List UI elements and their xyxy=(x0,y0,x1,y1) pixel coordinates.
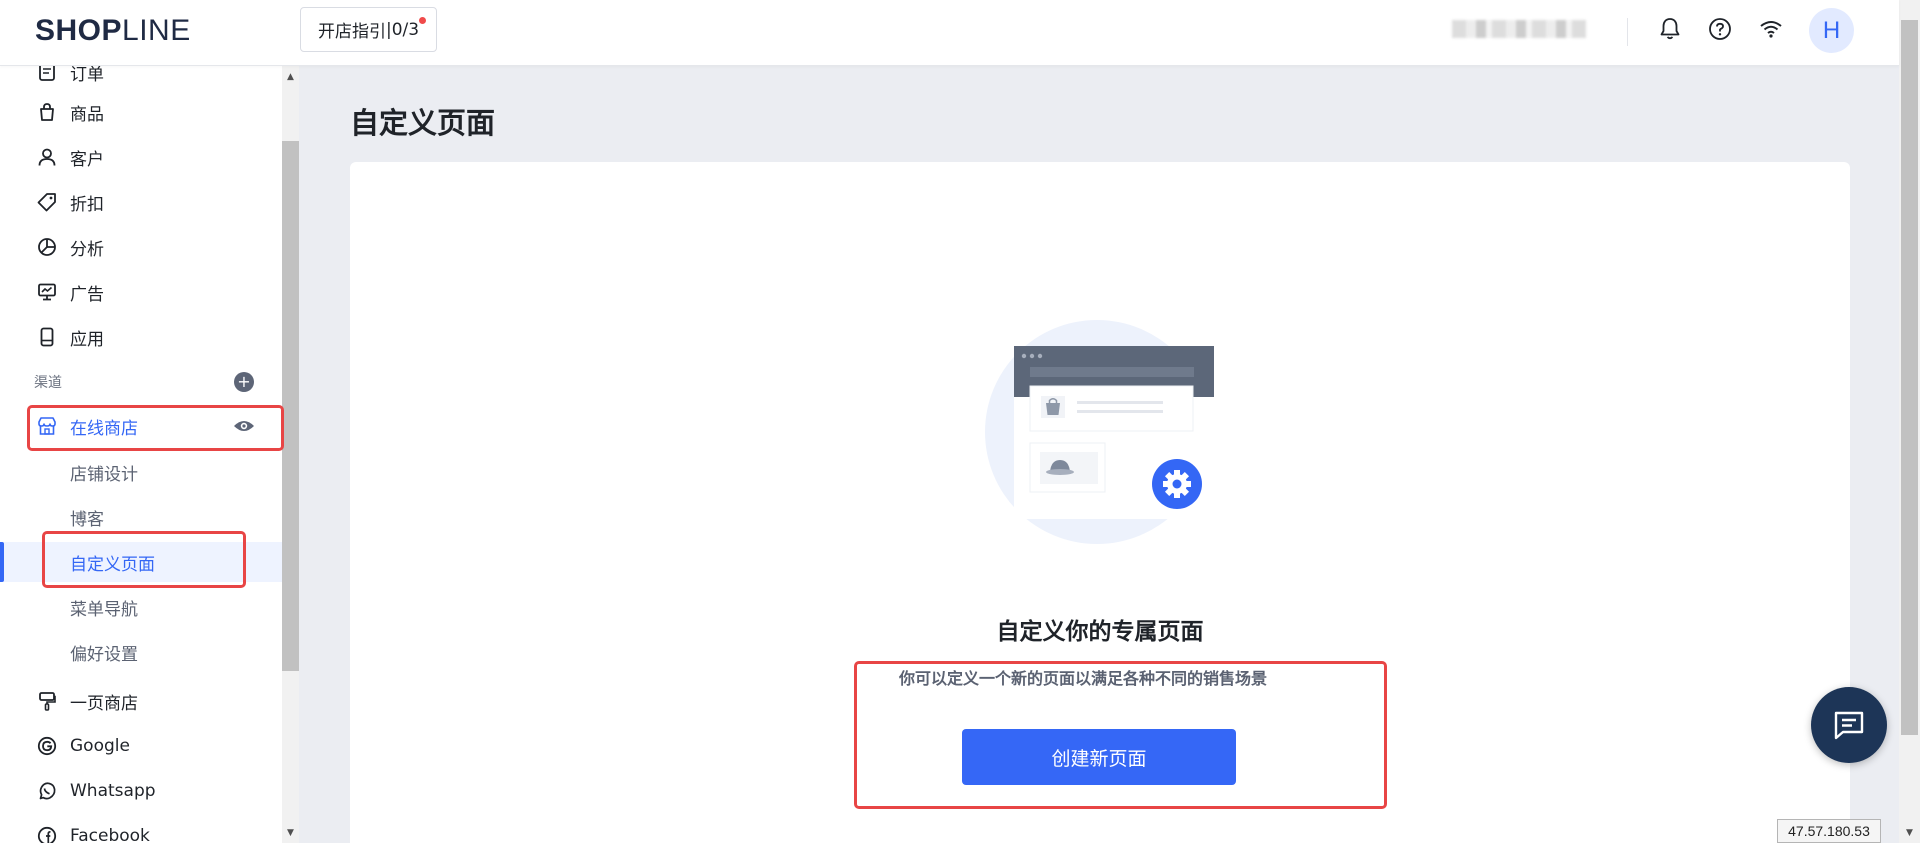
facebook-icon xyxy=(36,825,58,843)
sidebar-item-whatsapp[interactable]: Whatsapp xyxy=(0,771,282,811)
custom-page-illustration xyxy=(985,320,1214,544)
sidebar-item-label: Google xyxy=(70,736,130,756)
shopline-logo[interactable]: SHOPLINE xyxy=(35,14,191,48)
google-icon xyxy=(36,735,58,757)
sidebar-sub-label: 博客 xyxy=(70,509,104,530)
empty-state-description: 你可以定义一个新的页面以满足各种不同的销售场景 xyxy=(899,669,1268,688)
sidebar-sub-blog[interactable]: 博客 xyxy=(0,497,282,537)
sidebar-item-label: 客户 xyxy=(70,149,104,170)
sidebar-item-one-page-store[interactable]: 一页商店 xyxy=(0,681,282,721)
create-new-page-button[interactable]: 创建新页面 xyxy=(962,729,1236,785)
sidebar-item-discounts[interactable]: 折扣 xyxy=(0,182,282,222)
page-scrollbar-thumb[interactable] xyxy=(1901,20,1918,735)
page-scroll-down-icon[interactable]: ▼ xyxy=(1901,826,1918,840)
guide-label: 开店指引 xyxy=(317,22,386,42)
order-icon xyxy=(36,66,58,83)
store-icon xyxy=(36,415,58,437)
monitor-icon xyxy=(36,281,58,303)
user-icon xyxy=(36,146,58,168)
store-setup-guide-button[interactable]: 开店指引 | 0/3 xyxy=(300,7,437,52)
notification-dot xyxy=(419,17,426,24)
sidebar-item-label: 在线商店 xyxy=(70,418,138,439)
page-title: 自定义页面 xyxy=(350,106,496,140)
blurred-store-name xyxy=(1452,20,1586,38)
sidebar-item-analytics[interactable]: 分析 xyxy=(0,227,282,267)
sidebar-sub-custom-pages[interactable]: 自定义页面 xyxy=(0,542,282,582)
help-icon[interactable] xyxy=(1705,14,1735,44)
sidebar-item-customers[interactable]: 客户 xyxy=(0,137,282,177)
chat-support-button[interactable] xyxy=(1811,687,1887,763)
chat-icon xyxy=(1834,711,1864,740)
sidebar-sub-label: 偏好设置 xyxy=(70,644,138,665)
sidebar-sub-label: 店铺设计 xyxy=(70,464,138,485)
device-icon xyxy=(36,326,58,348)
sidebar-item-label: 分析 xyxy=(70,239,104,260)
sidebar-item-apps[interactable]: 应用 xyxy=(0,317,282,357)
sidebar-item-label: Whatsapp xyxy=(70,781,156,801)
sidebar-scroll-up-icon[interactable]: ▲ xyxy=(282,70,299,84)
eye-icon[interactable] xyxy=(233,419,255,433)
sidebar-item-label: Facebook xyxy=(70,826,150,843)
bell-icon[interactable] xyxy=(1655,14,1685,44)
tag-icon xyxy=(36,191,58,213)
sidebar-sub-preferences[interactable]: 偏好设置 xyxy=(0,632,282,672)
sidebar-item-orders[interactable]: 订单 xyxy=(0,66,282,92)
sidebar-item-label: 折扣 xyxy=(70,194,104,215)
user-avatar[interactable]: H xyxy=(1809,8,1854,53)
channels-section-label: 渠道 xyxy=(34,375,62,391)
sidebar-item-ads[interactable]: 广告 xyxy=(0,272,282,312)
sidebar-sub-store-design[interactable]: 店铺设计 xyxy=(0,452,282,492)
sidebar-sub-label: 自定义页面 xyxy=(70,554,155,575)
sidebar-item-label: 应用 xyxy=(70,329,104,350)
sidebar-item-label: 商品 xyxy=(70,104,104,125)
wifi-icon[interactable] xyxy=(1756,14,1786,44)
sidebar-scroll-down-icon[interactable]: ▼ xyxy=(282,826,299,840)
add-channel-icon[interactable]: + xyxy=(234,372,254,392)
sidebar-item-facebook[interactable]: Facebook xyxy=(0,816,282,843)
sidebar-item-label: 广告 xyxy=(70,284,104,305)
sidebar-item-google[interactable]: Google xyxy=(0,726,282,766)
sidebar-sub-menu-navigation[interactable]: 菜单导航 xyxy=(0,587,282,627)
sidebar-scrollbar-thumb[interactable] xyxy=(282,141,299,671)
bag-icon xyxy=(36,101,58,123)
ip-address-label: 47.57.180.53 xyxy=(1777,819,1881,843)
brush-icon xyxy=(36,690,58,712)
sidebar-item-label: 一页商店 xyxy=(70,693,138,714)
empty-state-title: 自定义你的专属页面 xyxy=(996,619,1204,645)
whatsapp-icon xyxy=(36,780,58,802)
active-indicator xyxy=(0,542,4,582)
sidebar-item-label: 订单 xyxy=(70,66,104,85)
guide-progress: 0/3 xyxy=(391,19,420,40)
sidebar: 订单 商品 客户 折扣 分析 广告 应用 渠道 + 在线商店 店铺设计 博客 自… xyxy=(0,66,282,843)
top-bar: SHOPLINE 开店指引 | 0/3 H xyxy=(0,0,1899,66)
sidebar-item-products[interactable]: 商品 xyxy=(0,92,282,132)
sidebar-sub-label: 菜单导航 xyxy=(70,599,138,620)
header-divider xyxy=(1627,18,1628,46)
pie-chart-icon xyxy=(36,236,58,258)
